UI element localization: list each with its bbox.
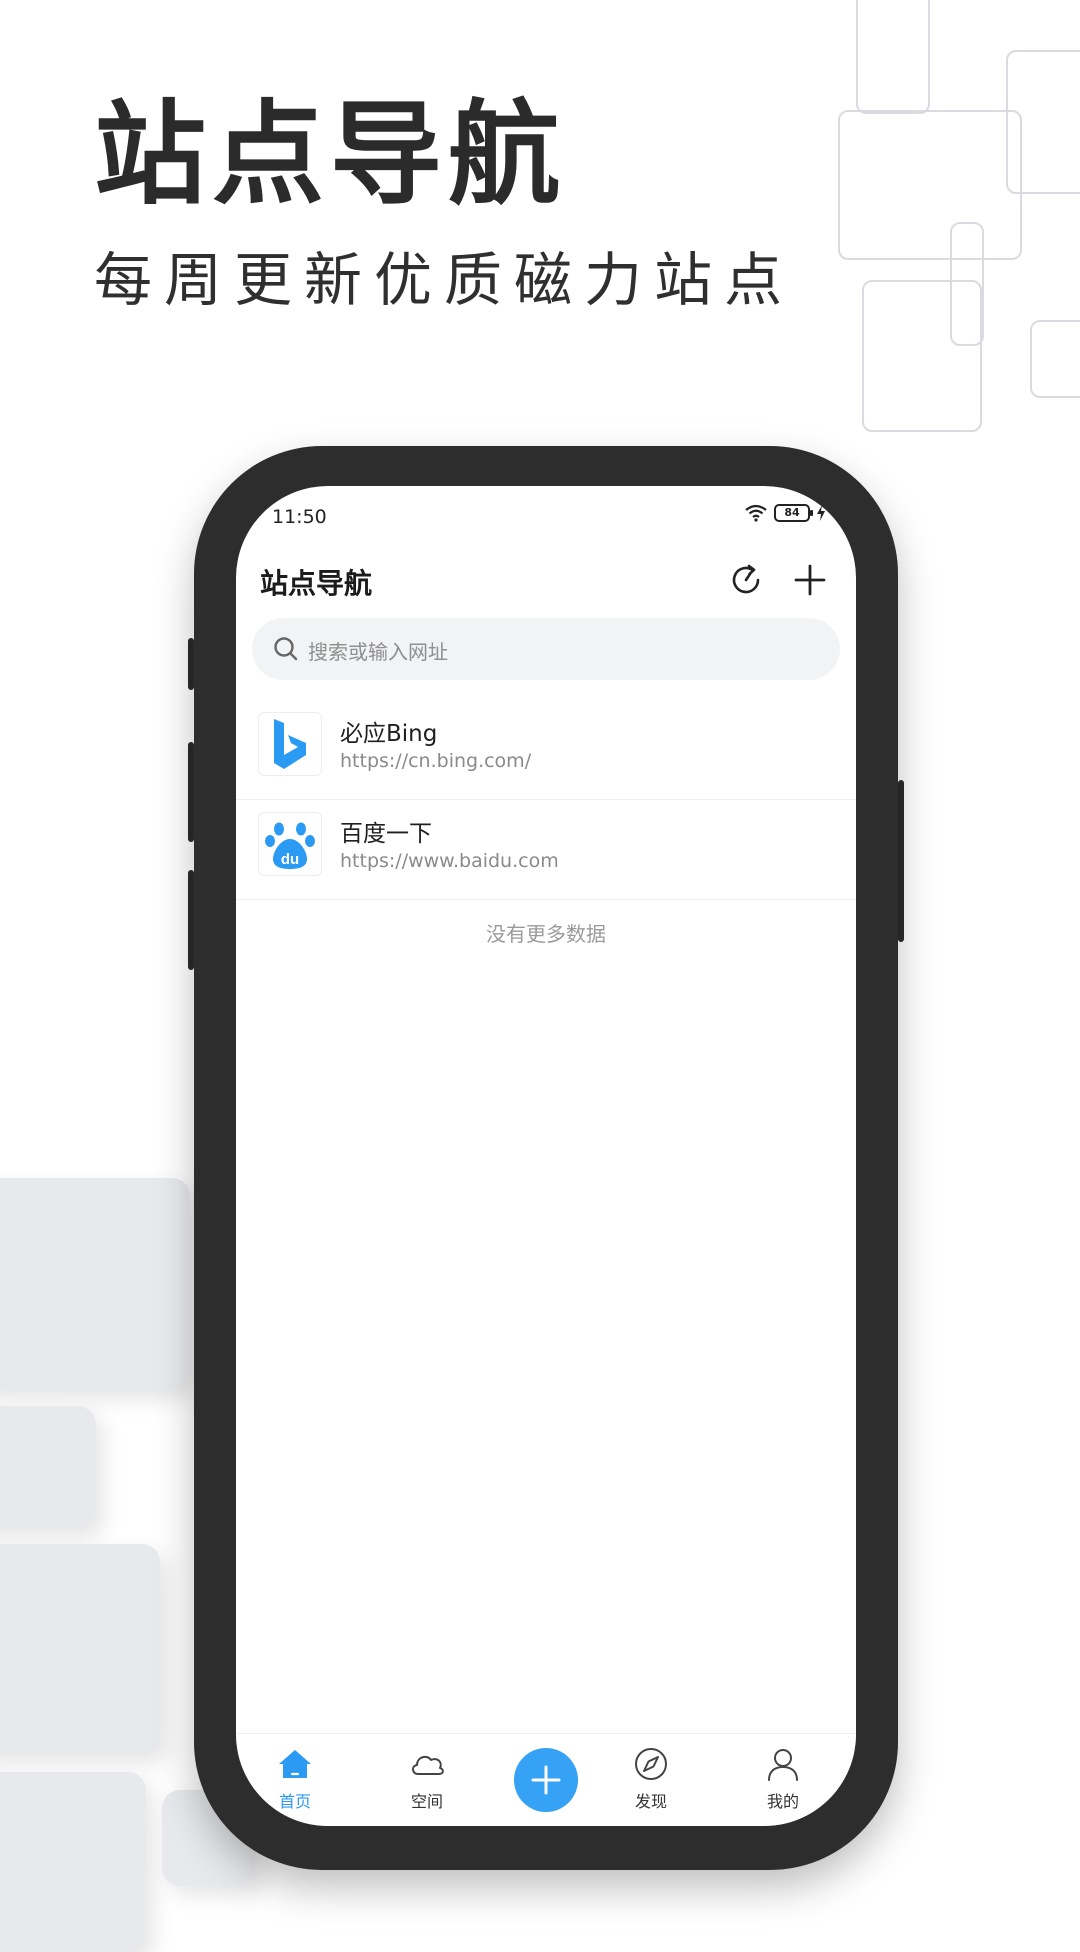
user-icon: [768, 1749, 798, 1781]
svg-text:du: du: [281, 851, 299, 868]
promo-title: 站点导航: [94, 90, 566, 220]
tab-mine[interactable]: 我的: [738, 1744, 828, 1812]
phone-side-button: [188, 638, 194, 690]
phone-mockup: 11:50 84 站点导航 搜索或输入网址 必应Bing https://cn.…: [188, 446, 904, 1870]
cloud-icon: [412, 1755, 444, 1775]
phone-screen: 11:50 84 站点导航 搜索或输入网址 必应Bing https://cn.…: [236, 486, 856, 1826]
compass-icon: [635, 1748, 667, 1780]
plus-icon: [531, 1765, 561, 1795]
search-input[interactable]: 搜索或输入网址: [252, 618, 840, 680]
page-title: 站点导航: [260, 567, 373, 600]
site-name: 必应Bing: [340, 721, 438, 747]
search-placeholder: 搜索或输入网址: [308, 640, 448, 664]
bing-logo-icon: [258, 712, 322, 776]
app-header: 站点导航: [260, 552, 832, 612]
tab-space[interactable]: 空间: [382, 1744, 472, 1812]
baidu-logo-icon: du: [258, 812, 322, 876]
list-end-text: 没有更多数据: [486, 922, 606, 946]
tab-bar: 首页 空间 发现 我的: [236, 1733, 856, 1826]
search-icon: [274, 637, 298, 661]
refresh-icon: [732, 564, 760, 594]
tab-discover[interactable]: 发现: [606, 1744, 696, 1812]
tab-label: 发现: [634, 1792, 667, 1811]
tab-label: 空间: [410, 1792, 443, 1811]
charging-icon: [817, 505, 825, 521]
status-bar: 11:50 84: [272, 500, 826, 536]
tab-label: 首页: [278, 1792, 311, 1811]
refresh-button[interactable]: [724, 558, 768, 602]
wifi-icon: [745, 504, 767, 522]
add-site-button[interactable]: [788, 558, 832, 602]
tab-label: 我的: [766, 1792, 799, 1811]
site-url: https://www.baidu.com: [340, 850, 559, 872]
list-item[interactable]: 必应Bing https://cn.bing.com/: [236, 700, 856, 800]
status-icons: 84: [744, 504, 826, 522]
plus-icon: [794, 564, 826, 596]
home-icon: [279, 1750, 311, 1778]
add-button[interactable]: [514, 1748, 578, 1812]
site-name: 百度一下: [340, 821, 432, 847]
phone-volume-down-button: [188, 870, 194, 970]
site-url: https://cn.bing.com/: [340, 750, 532, 772]
list-item[interactable]: du 百度一下 https://www.baidu.com: [236, 800, 856, 900]
phone-power-button: [898, 780, 904, 942]
promo-subtitle: 每周更新优质磁力站点: [94, 246, 795, 314]
status-time: 11:50: [272, 506, 327, 528]
tab-home[interactable]: 首页: [250, 1744, 340, 1812]
site-list: 必应Bing https://cn.bing.com/ du 百度一下 http…: [236, 700, 856, 947]
phone-volume-up-button: [188, 742, 194, 842]
battery-indicator: 84: [774, 504, 813, 522]
